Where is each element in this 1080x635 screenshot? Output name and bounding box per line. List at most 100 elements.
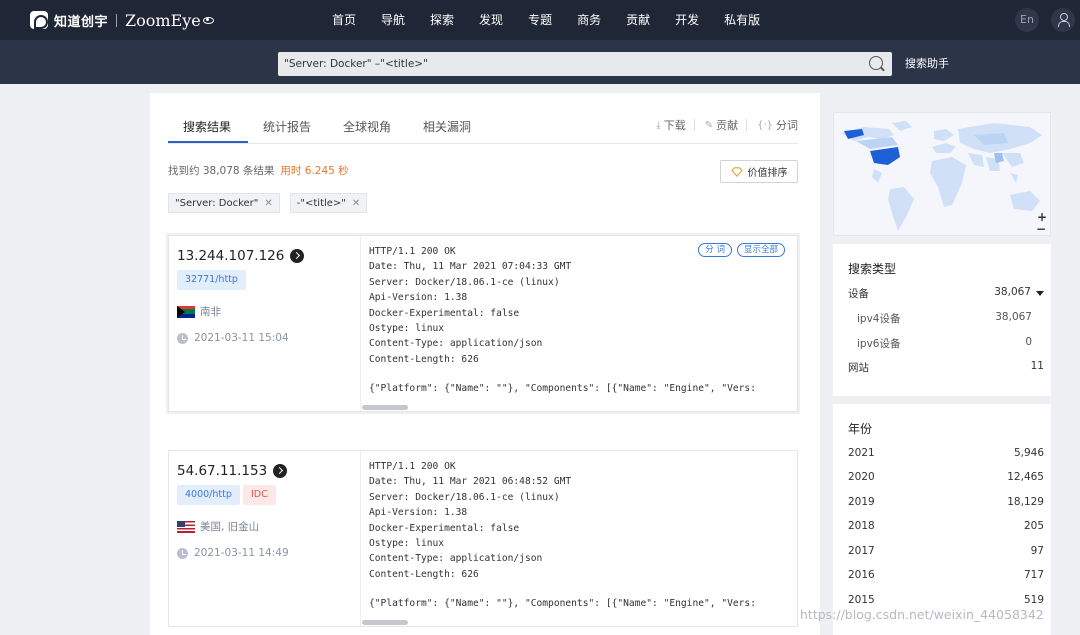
year-row[interactable]: 2016 717: [848, 569, 1044, 587]
segment-pill-button[interactable]: 分 词: [698, 243, 732, 257]
type-value: 38,067: [994, 286, 1044, 304]
year-row[interactable]: 2018 205: [848, 520, 1044, 538]
filter-chip: "Server: Docker" ✕: [168, 193, 280, 213]
year-value: 5,946: [1013, 447, 1044, 459]
year-value: 717: [1023, 569, 1044, 581]
user-button[interactable]: [1051, 8, 1075, 32]
result-location: 南非: [177, 304, 221, 319]
nav-home[interactable]: 首页: [320, 0, 368, 40]
type-row-website[interactable]: 网站 11: [848, 360, 1044, 378]
download-label: 下载: [663, 119, 686, 132]
search-icon[interactable]: [868, 55, 886, 73]
ip-text: 13.244.107.126: [177, 248, 285, 264]
knownsec-logo-icon: [30, 11, 48, 29]
result-location: 美国, 旧金山: [177, 519, 259, 534]
contribute-label: 贡献: [716, 119, 739, 132]
nav-develop[interactable]: 开发: [663, 0, 711, 40]
year-value: 12,465: [1007, 471, 1044, 483]
year-row[interactable]: 2017 97: [848, 545, 1044, 563]
year-label: 2016: [848, 569, 875, 581]
year-row[interactable]: 2019 18,129: [848, 496, 1044, 514]
sort-label: 价值排序: [747, 168, 788, 179]
nav-explore[interactable]: 探索: [418, 0, 466, 40]
banner-json: {"Platform": {"Name": ""}, "Components":…: [369, 598, 756, 609]
result-ip[interactable]: 13.244.107.126: [177, 248, 305, 264]
nav-discover[interactable]: 发现: [467, 0, 515, 40]
logo-divider: [116, 13, 118, 27]
type-row-ipv4[interactable]: ipv4设备 38,067: [857, 311, 1032, 329]
type-label: 网站: [848, 362, 869, 374]
port-tag[interactable]: 4000/http: [177, 485, 240, 505]
tool-divider: [746, 119, 748, 131]
nav-contribute[interactable]: 贡献: [614, 0, 662, 40]
clock-icon: [177, 332, 188, 344]
time-text: 2021-03-11 14:49: [194, 547, 289, 559]
banner-json: {"Platform": {"Name": ""}, "Components":…: [369, 383, 756, 394]
idc-tag[interactable]: IDC: [243, 485, 276, 505]
tab-global-view[interactable]: 全球视角: [343, 118, 391, 135]
eye-icon: [202, 16, 214, 24]
tab-related-vulns[interactable]: 相关漏洞: [423, 118, 471, 135]
result-time: 2021-03-11 15:04: [177, 332, 289, 344]
user-icon: [1058, 13, 1070, 27]
arrow-right-icon[interactable]: [273, 464, 288, 478]
contribute-button[interactable]: ✎ 贡献: [705, 117, 738, 133]
year-panel: 年份 2021 5,946 2020 12,465 2019 18,129 2018 2…: [833, 404, 1051, 635]
diamond-icon: [730, 166, 743, 177]
type-row-ipv6[interactable]: ipv6设备 0: [857, 336, 1032, 354]
filter-text: "Server: Docker": [175, 197, 259, 209]
zoom-out-button[interactable]: −: [1036, 222, 1046, 235]
result-count: 找到约 38,078 条结果: [168, 165, 275, 177]
year-label: 2017: [848, 545, 875, 557]
active-tab-indicator: [168, 141, 248, 143]
brand-cn: 知道创宇: [54, 14, 109, 30]
filter-chip: -"<title>" ✕: [289, 193, 368, 213]
arrow-right-icon[interactable]: [290, 249, 305, 263]
type-row-device[interactable]: 设备 38,067: [848, 286, 1044, 304]
year-row[interactable]: 2020 12,465: [848, 471, 1044, 489]
result-summary: 找到约 38,078 条结果 用时 6.245 秒: [168, 163, 349, 178]
close-icon[interactable]: ✕: [264, 198, 272, 209]
year-label: 2021: [848, 447, 875, 459]
logo[interactable]: 知道创宇 ZoomEye: [30, 9, 214, 31]
horizontal-scrollbar[interactable]: [362, 405, 408, 410]
banner-actions: 分 词 显示全部: [693, 243, 785, 257]
type-value: 11: [1030, 360, 1044, 372]
ip-text: 54.67.11.153: [177, 463, 268, 479]
horizontal-scrollbar[interactable]: [362, 620, 408, 625]
location-text[interactable]: 南非: [200, 304, 221, 319]
world-map[interactable]: + −: [833, 112, 1051, 236]
year-row[interactable]: 2021 5,946: [848, 447, 1044, 465]
time-text: 2021-03-11 15:04: [194, 332, 289, 344]
type-label: ipv6设备: [857, 338, 901, 350]
show-all-button[interactable]: 显示全部: [736, 243, 785, 257]
banner-text: HTTP/1.1 200 OK Date: Thu, 11 Mar 2021 0…: [369, 461, 572, 580]
value-sort-button[interactable]: 价值排序: [720, 160, 798, 183]
tab-search-results[interactable]: 搜索结果: [183, 118, 231, 135]
filter-text: -"<title>": [296, 197, 346, 209]
segment-button[interactable]: {·} 分词: [757, 117, 798, 133]
nav-navigation[interactable]: 导航: [369, 0, 417, 40]
nav-private[interactable]: 私有版: [712, 0, 772, 40]
nav-business[interactable]: 商务: [565, 0, 613, 40]
nav-topics[interactable]: 专题: [516, 0, 564, 40]
download-button[interactable]: ⤓ 下载: [656, 117, 685, 133]
close-icon[interactable]: ✕: [352, 198, 360, 209]
result-meta: 54.67.11.153 4000/http IDC 美国, 旧金山 2021-…: [169, 451, 361, 626]
banner-text: HTTP/1.1 200 OK Date: Thu, 11 Mar 2021 0…: [369, 246, 572, 365]
year-title: 年份: [848, 422, 873, 436]
watermark: https://blog.csdn.net/weixin_44058342: [800, 607, 1044, 622]
result-banner: HTTP/1.1 200 OK Date: Thu, 11 Mar 2021 0…: [362, 236, 797, 411]
search-helper-link[interactable]: 搜索助手: [905, 55, 949, 71]
result-banner: HTTP/1.1 200 OK Date: Thu, 11 Mar 2021 0…: [362, 451, 797, 626]
result-ip[interactable]: 54.67.11.153: [177, 463, 288, 479]
language-button[interactable]: En: [1015, 8, 1039, 32]
port-tag[interactable]: 32771/http: [177, 270, 246, 290]
clock-icon: [177, 547, 188, 559]
tab-stats-report[interactable]: 统计报告: [263, 118, 311, 135]
segment-label: 分词: [776, 119, 798, 132]
location-text[interactable]: 美国, 旧金山: [200, 519, 259, 534]
caret-down-icon[interactable]: [1036, 291, 1044, 296]
search-input[interactable]: [278, 52, 892, 76]
type-label: ipv4设备: [857, 313, 901, 325]
